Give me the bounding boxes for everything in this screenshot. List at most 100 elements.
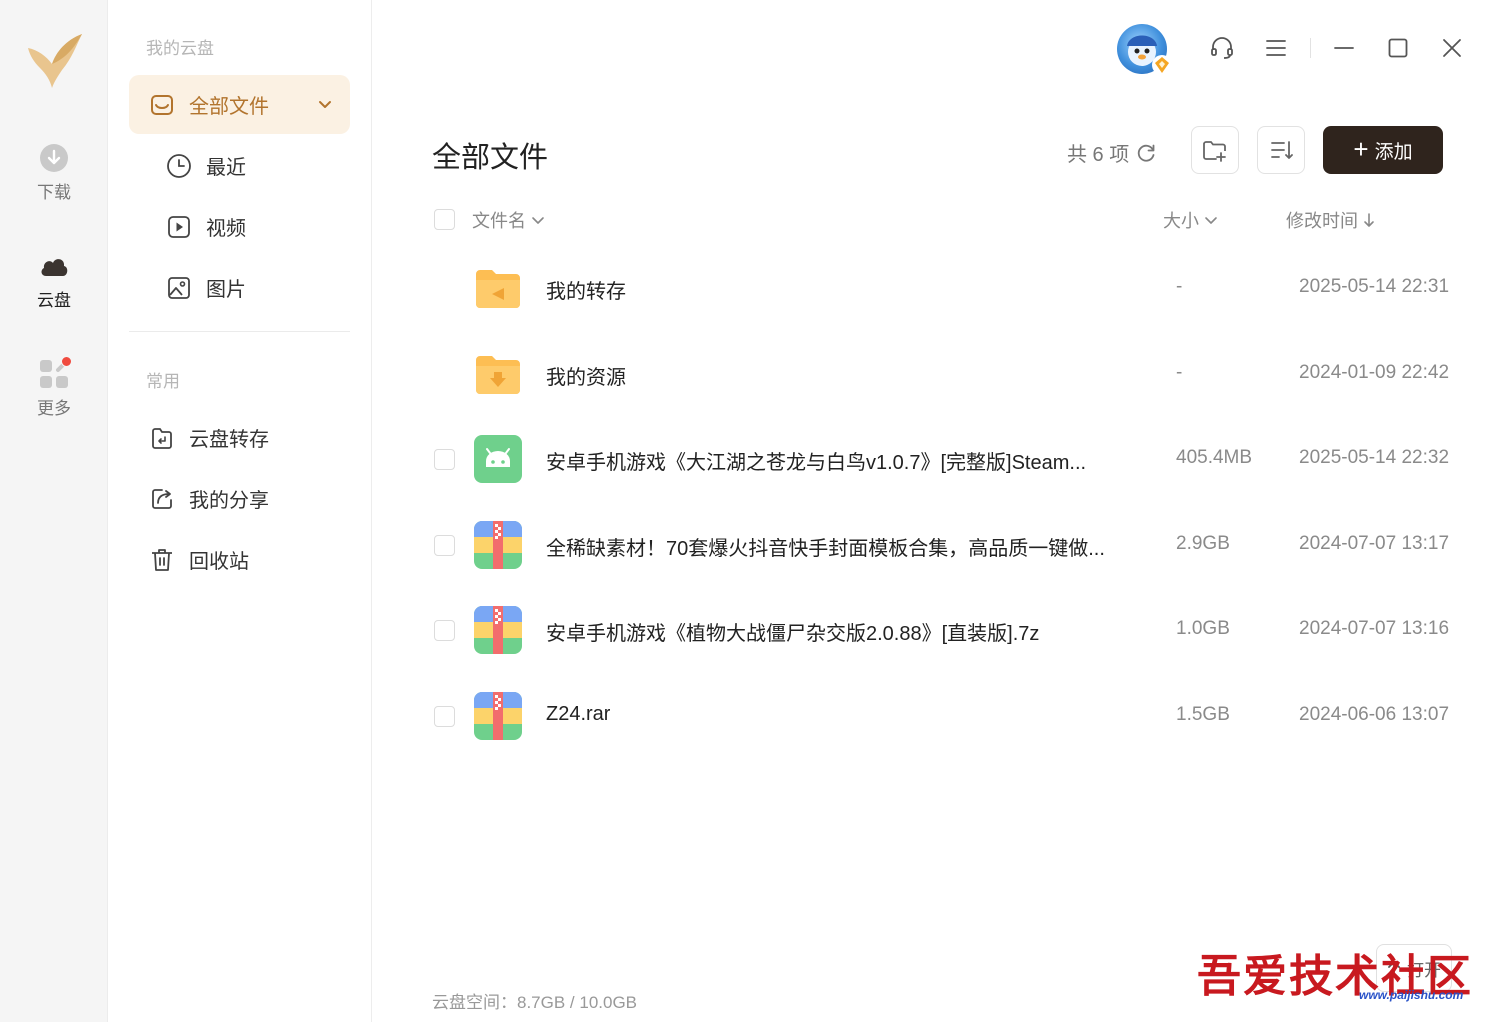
row-checkbox[interactable] (434, 706, 455, 727)
sidebar-divider (129, 331, 350, 332)
file-row[interactable]: 全稀缺素材！70套爆火抖音快手封面模板合集，高品质一键做... 2.9GB 20… (420, 502, 1480, 588)
sort-icon (1271, 141, 1293, 159)
file-size: 405.4MB (1176, 447, 1253, 468)
file-row[interactable]: 我的转存 - 2025-05-14 22:31 (420, 245, 1480, 331)
add-button-label: 添加 (1374, 141, 1413, 163)
watermark-url: www.paijishu.com (1359, 988, 1464, 1002)
download-icon (40, 144, 68, 172)
file-name[interactable]: 安卓手机游戏《植物大战僵尸杂交版2.0.88》[直装版].7z (546, 617, 1039, 646)
file-row[interactable]: Z24.rar 1.5GB 2024-06-06 13:07 (420, 673, 1480, 759)
file-row[interactable]: 我的资源 - 2024-01-09 22:42 (420, 331, 1480, 417)
file-name[interactable]: 安卓手机游戏《大江湖之苍龙与白鸟v1.0.7》[完整版]Steam... (546, 446, 1086, 475)
column-header-modified-label: 修改时间 (1286, 211, 1358, 231)
sidebar-section-my-cloud: 我的云盘 (146, 39, 214, 58)
android-app-icon (474, 435, 522, 483)
chevron-down-icon (1205, 217, 1217, 224)
file-name[interactable]: Z24.rar (546, 703, 610, 726)
minimize-button[interactable] (1329, 33, 1359, 63)
vip-badge-icon (1152, 55, 1172, 75)
file-name[interactable]: 我的转存 (546, 275, 626, 304)
customer-service-button[interactable] (1207, 33, 1237, 63)
left-rail: 下载 云盘 更多 (0, 0, 108, 1022)
item-count: 共 6 项 (1067, 138, 1157, 167)
file-date: 2024-07-07 13:17 (1299, 533, 1450, 554)
sidebar-item-cloud-transfer[interactable]: 云盘转存 (129, 408, 350, 467)
file-size: 2.9GB (1176, 533, 1230, 554)
arrow-down-icon (1364, 213, 1374, 227)
column-header-name[interactable]: 文件名 (472, 207, 546, 233)
close-icon (1443, 39, 1461, 57)
rail-cloud-label: 云盘 (37, 291, 71, 310)
new-folder-button[interactable] (1191, 126, 1239, 174)
hamburger-icon (1266, 40, 1286, 56)
sidebar-item-recycle-bin[interactable]: 回收站 (129, 530, 350, 589)
headset-icon (1211, 37, 1233, 59)
maximize-button[interactable] (1383, 33, 1413, 63)
item-count-text: 共 6 项 (1067, 144, 1130, 166)
column-header-name-label: 文件名 (472, 211, 526, 231)
sort-button[interactable] (1257, 126, 1305, 174)
rail-download-label: 下载 (37, 183, 71, 202)
file-row[interactable]: 安卓手机游戏《植物大战僵尸杂交版2.0.88》[直装版].7z 1.0GB 20… (420, 587, 1480, 673)
sidebar-item-label: 回收站 (189, 551, 249, 573)
file-date: 2024-07-07 13:16 (1299, 618, 1450, 639)
sidebar-item-all-files[interactable]: 全部文件 (129, 75, 350, 134)
folder-download-icon (476, 356, 520, 394)
menu-button[interactable] (1261, 33, 1291, 63)
page-title: 全部文件 (432, 142, 549, 174)
column-header-modified[interactable]: 修改时间 (1286, 207, 1377, 233)
sidebar-item-my-share[interactable]: 我的分享 (129, 469, 350, 528)
minimize-icon (1334, 47, 1354, 49)
close-button[interactable] (1437, 33, 1467, 63)
sidebar-item-images[interactable]: 图片 (129, 258, 350, 317)
sidebar-item-label: 最近 (206, 157, 246, 179)
cloud-icon (41, 259, 68, 276)
add-button[interactable]: + 添加 (1323, 126, 1443, 174)
row-checkbox[interactable] (434, 449, 455, 470)
app-logo-icon (28, 34, 82, 88)
image-icon (166, 275, 192, 301)
rail-download[interactable]: 下载 (0, 142, 108, 203)
rail-more[interactable]: 更多 (0, 356, 108, 419)
file-date: 2024-06-06 13:07 (1299, 704, 1450, 725)
sidebar-item-label: 我的分享 (189, 490, 269, 512)
row-checkbox[interactable] (434, 620, 455, 641)
folder-transfer-icon (476, 270, 520, 308)
maximize-icon (1388, 38, 1408, 58)
archive-file-icon (474, 692, 522, 740)
toolbar-separator (1310, 38, 1311, 58)
chevron-down-icon[interactable] (316, 95, 334, 113)
new-folder-icon (1203, 141, 1226, 162)
archive-file-icon (474, 606, 522, 654)
share-icon (149, 486, 175, 512)
sidebar-item-label: 图片 (206, 279, 246, 301)
sidebar-section-common: 常用 (146, 372, 180, 391)
sidebar: 我的云盘 全部文件 最近 视频 图片 常用 云盘转存 我的分享 回收站 (108, 0, 372, 1022)
select-all-checkbox[interactable] (434, 209, 455, 230)
user-avatar[interactable] (1117, 24, 1172, 75)
sidebar-item-recent[interactable]: 最近 (129, 136, 350, 195)
file-size: 1.5GB (1176, 704, 1230, 725)
plus-icon: + (1353, 133, 1369, 164)
sidebar-item-video[interactable]: 视频 (129, 197, 350, 256)
row-checkbox[interactable] (434, 535, 455, 556)
refresh-icon[interactable] (1135, 142, 1157, 164)
file-date: 2025-05-14 22:31 (1299, 276, 1450, 297)
column-header-size[interactable]: 大小 (1163, 207, 1219, 233)
column-header-size-label: 大小 (1163, 211, 1199, 231)
chevron-down-icon (532, 217, 544, 224)
watermark-logo: 吾爱技术社区 www.paijishu.com (1197, 940, 1497, 1010)
file-size: - (1176, 276, 1183, 297)
rail-cloud[interactable]: 云盘 (0, 250, 108, 311)
play-icon (166, 214, 192, 240)
notification-dot (61, 356, 72, 367)
file-date: 2024-01-09 22:42 (1299, 362, 1450, 383)
file-date: 2025-05-14 22:32 (1299, 447, 1450, 468)
clock-icon (166, 153, 192, 179)
file-name[interactable]: 我的资源 (546, 361, 626, 390)
file-row[interactable]: 安卓手机游戏《大江湖之苍龙与白鸟v1.0.7》[完整版]Steam... 405… (420, 416, 1480, 502)
sidebar-item-label: 云盘转存 (189, 429, 269, 451)
rail-more-label: 更多 (37, 399, 71, 418)
file-name[interactable]: 全稀缺素材！70套爆火抖音快手封面模板合集，高品质一键做... (546, 532, 1105, 561)
folder-inbox-icon (149, 92, 175, 118)
